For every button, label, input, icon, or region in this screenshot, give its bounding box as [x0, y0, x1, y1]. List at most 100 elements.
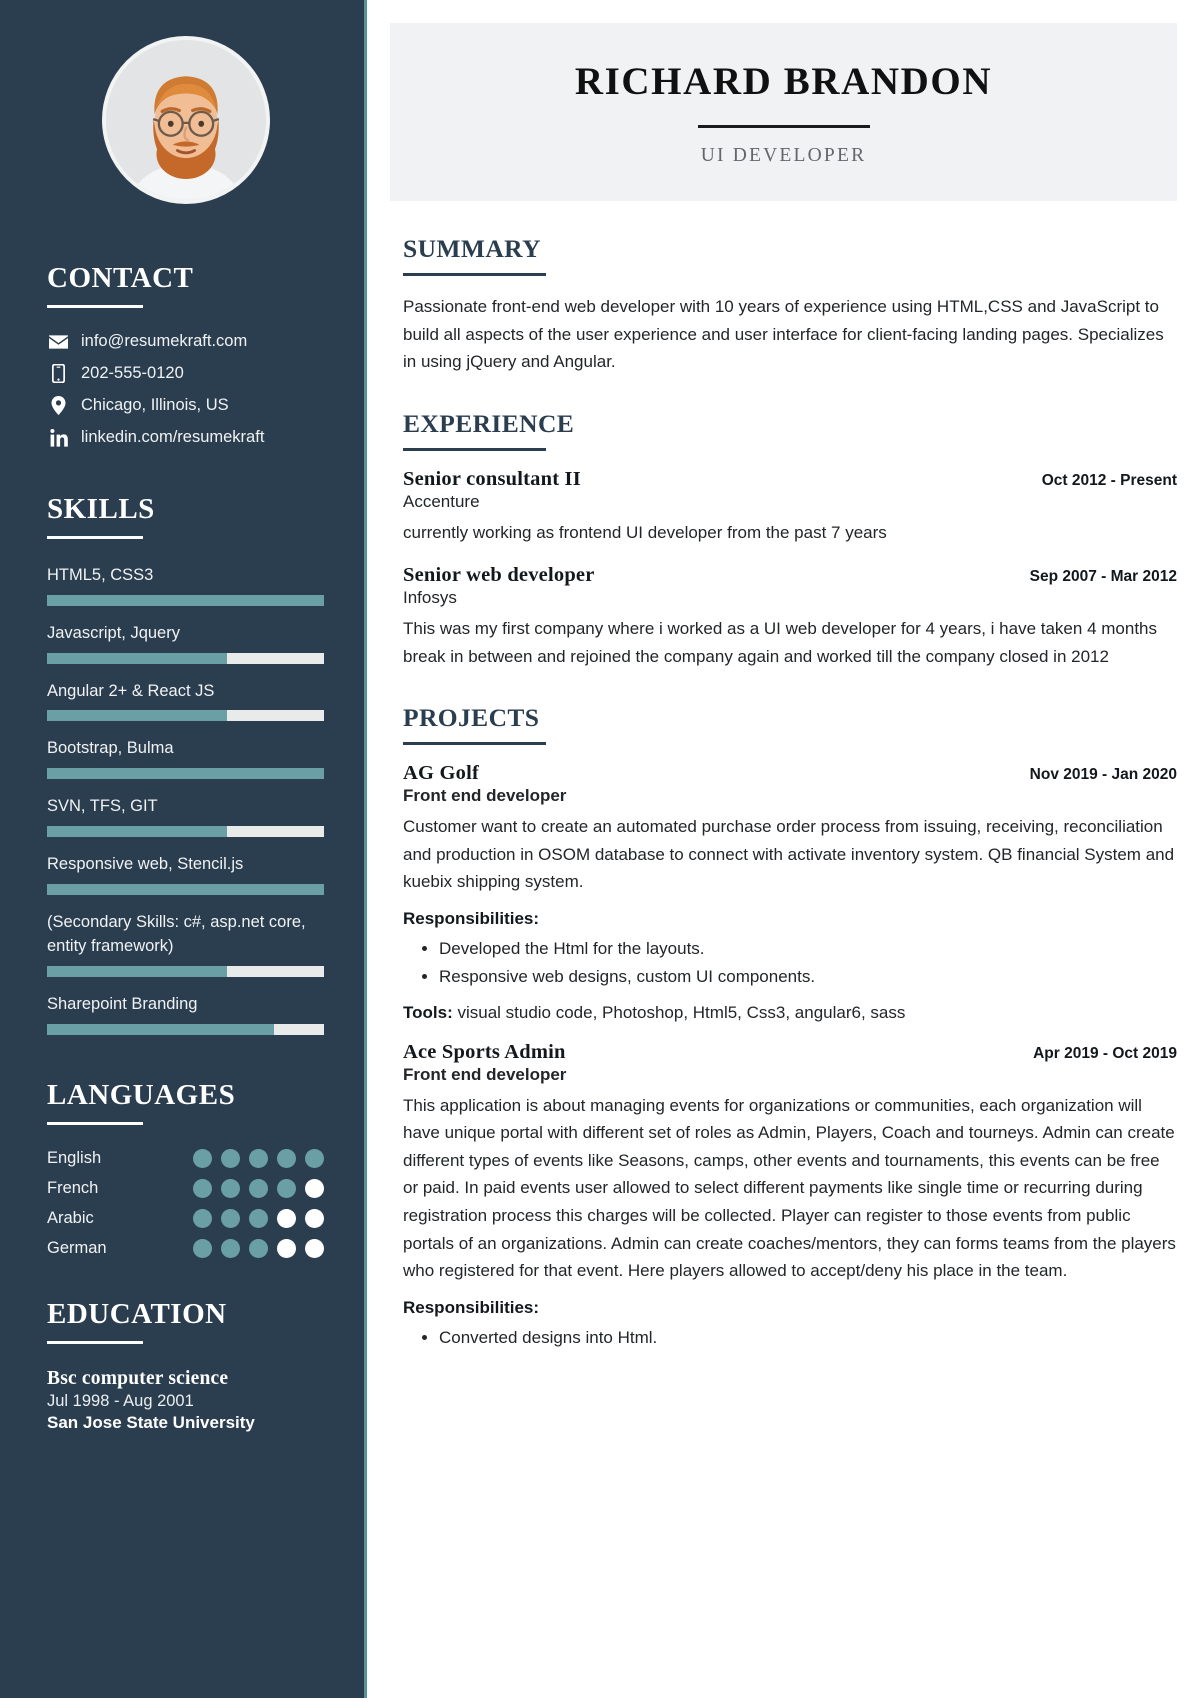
skill-item: Angular 2+ & React JS: [47, 679, 324, 722]
rating-dot-filled: [221, 1208, 240, 1228]
sidebar: CONTACT info@resumekraft.com 202-555-012…: [0, 0, 367, 1698]
experience-company: Infosys: [403, 588, 457, 608]
experience-item-header: Senior web developer Sep 2007 - Mar 2012: [403, 564, 1177, 587]
rating-dot-filled: [221, 1238, 240, 1258]
languages-section: LANGUAGES English French Arabic German: [47, 1079, 324, 1258]
project-title: AG Golf: [403, 762, 479, 785]
rating-dot-filled: [221, 1178, 240, 1198]
skill-label: SVN, TFS, GIT: [47, 797, 158, 815]
skills-divider: [47, 536, 143, 539]
project-title: Ace Sports Admin: [403, 1040, 566, 1063]
language-rating: [193, 1238, 324, 1258]
project-tools-label: Tools:: [403, 1002, 453, 1022]
skill-progress-fill: [47, 710, 228, 722]
language-item: English: [47, 1148, 324, 1168]
project-description: Customer want to create an automated pur…: [403, 817, 1175, 892]
education-item: Bsc computer science Jul 1998 - Aug 2001…: [47, 1368, 324, 1433]
rating-dot-empty: [305, 1208, 324, 1228]
responsibility-item: Converted designs into Html.: [439, 1324, 1177, 1352]
experience-item: Senior web developer Sep 2007 - Mar 2012 I…: [403, 564, 1177, 670]
rating-dot-empty: [305, 1238, 324, 1258]
skill-progress-fill: [47, 768, 324, 779]
skill-item: HTML5, CSS3: [47, 563, 324, 606]
contact-item-phone[interactable]: 202-555-0120: [47, 364, 324, 383]
skills-list: HTML5, CSS3 Javascript, Jquery Angular 2+ …: [47, 563, 324, 1035]
education-degree: Bsc computer science: [47, 1367, 229, 1389]
projects-heading: PROJECTS: [403, 703, 540, 733]
skill-item: Sharepoint Branding: [47, 992, 324, 1035]
rating-dot-filled: [277, 1148, 296, 1168]
rating-dot-filled: [193, 1178, 212, 1198]
experience-list: Senior consultant II Oct 2012 - Present Ac…: [403, 468, 1177, 671]
summary-divider: [403, 273, 546, 276]
job-title: UI DEVELOPER: [700, 145, 867, 166]
project-role: Front end developer: [403, 786, 567, 806]
skill-label: Sharepoint Branding: [47, 995, 198, 1013]
skill-label: Angular 2+ & React JS: [47, 681, 215, 700]
education-school: San Jose State University: [47, 1412, 255, 1432]
rating-dot-filled: [249, 1208, 268, 1228]
skill-progress-bar: [47, 594, 324, 606]
contact-section: CONTACT info@resumekraft.com 202-555-012…: [47, 262, 324, 447]
rating-dot-filled: [305, 1148, 324, 1168]
summary-section: SUMMARY Passionate front-end web develop…: [403, 234, 1177, 376]
project-tools: Tools: visual studio code, Photoshop, Ht…: [403, 1003, 1177, 1023]
skills-heading: SKILLS: [47, 493, 155, 525]
responsibility-item: Responsive web designs, custom UI compon…: [439, 963, 1177, 991]
experience-description: currently working as frontend UI develop…: [403, 522, 887, 542]
project-description: This application is about managing event…: [403, 1095, 1176, 1281]
skill-progress-fill: [47, 594, 324, 606]
location-pin-icon: [47, 396, 70, 415]
project-responsibilities-list: Developed the Html for the layouts.Respo…: [403, 935, 1177, 991]
contact-item-location[interactable]: Chicago, Illinois, US: [47, 396, 324, 415]
skill-progress-bar: [47, 966, 324, 977]
rating-dot-empty: [305, 1178, 324, 1198]
contact-item-email[interactable]: info@resumekraft.com: [47, 332, 324, 351]
language-rating: [193, 1148, 324, 1168]
skill-progress-fill: [47, 966, 228, 977]
languages-heading: LANGUAGES: [47, 1078, 236, 1111]
project-item: AG Golf Nov 2019 - Jan 2020 Front end deve…: [403, 762, 1177, 1023]
projects-divider: [403, 742, 546, 746]
skill-progress-bar: [47, 710, 324, 722]
education-date: Jul 1998 - Aug 2001: [47, 1391, 194, 1410]
contact-email-label: info@resumekraft.com: [81, 332, 248, 350]
education-section: EDUCATION Bsc computer science Jul 1998 …: [47, 1298, 324, 1433]
experience-section: EXPERIENCE Senior consultant II Oct 2012 …: [403, 409, 1177, 671]
summary-text: Passionate front-end web developer with …: [403, 297, 1164, 372]
language-item: German: [47, 1238, 324, 1258]
project-date: Nov 2019 - Jan 2020: [1029, 766, 1177, 784]
main-content: RICHARD BRANDON UI DEVELOPER SUMMARY Pas…: [367, 0, 1200, 1698]
language-label: English: [47, 1148, 102, 1167]
project-tools-value: visual studio code, Photoshop, Html5, Cs…: [452, 1002, 906, 1022]
name-card: RICHARD BRANDON UI DEVELOPER: [390, 23, 1177, 201]
experience-divider: [403, 447, 546, 451]
rating-dot-filled: [249, 1148, 268, 1168]
education-heading: EDUCATION: [47, 1297, 227, 1330]
contact-item-linkedin[interactable]: linkedin.com/resumekraft: [47, 428, 324, 447]
languages-divider: [47, 1121, 143, 1125]
contact-linkedin-label: linkedin.com/resumekraft: [81, 428, 265, 446]
rating-dot-filled: [193, 1208, 212, 1228]
rating-dot-filled: [249, 1238, 268, 1258]
rating-dot-filled: [221, 1148, 240, 1168]
rating-dot-filled: [249, 1178, 268, 1198]
skill-progress-fill: [47, 883, 324, 895]
skill-item: Javascript, Jquery: [47, 621, 324, 664]
skill-label: Responsive web, Stencil.js: [47, 854, 244, 873]
language-label: German: [47, 1238, 107, 1257]
experience-company: Accenture: [403, 491, 480, 511]
projects-section: PROJECTS AG Golf Nov 2019 - Jan 2020 Front…: [403, 703, 1177, 1351]
language-label: French: [47, 1178, 99, 1197]
rating-dot-empty: [277, 1208, 296, 1228]
skill-item: (Secondary Skills: c#, asp.net core, ent…: [47, 910, 324, 977]
experience-date: Sep 2007 - Mar 2012: [1029, 568, 1177, 586]
skill-label: Javascript, Jquery: [47, 623, 180, 642]
project-item-header: Ace Sports Admin Apr 2019 - Oct 2019: [403, 1041, 1177, 1064]
project-role: Front end developer: [403, 1064, 567, 1084]
education-divider: [47, 1340, 143, 1344]
skill-label: (Secondary Skills: c#, asp.net core, ent…: [47, 912, 306, 956]
rating-dot-filled: [277, 1178, 296, 1198]
rating-dot-empty: [277, 1238, 296, 1258]
project-item: Ace Sports Admin Apr 2019 - Oct 2019 Front…: [403, 1041, 1177, 1351]
